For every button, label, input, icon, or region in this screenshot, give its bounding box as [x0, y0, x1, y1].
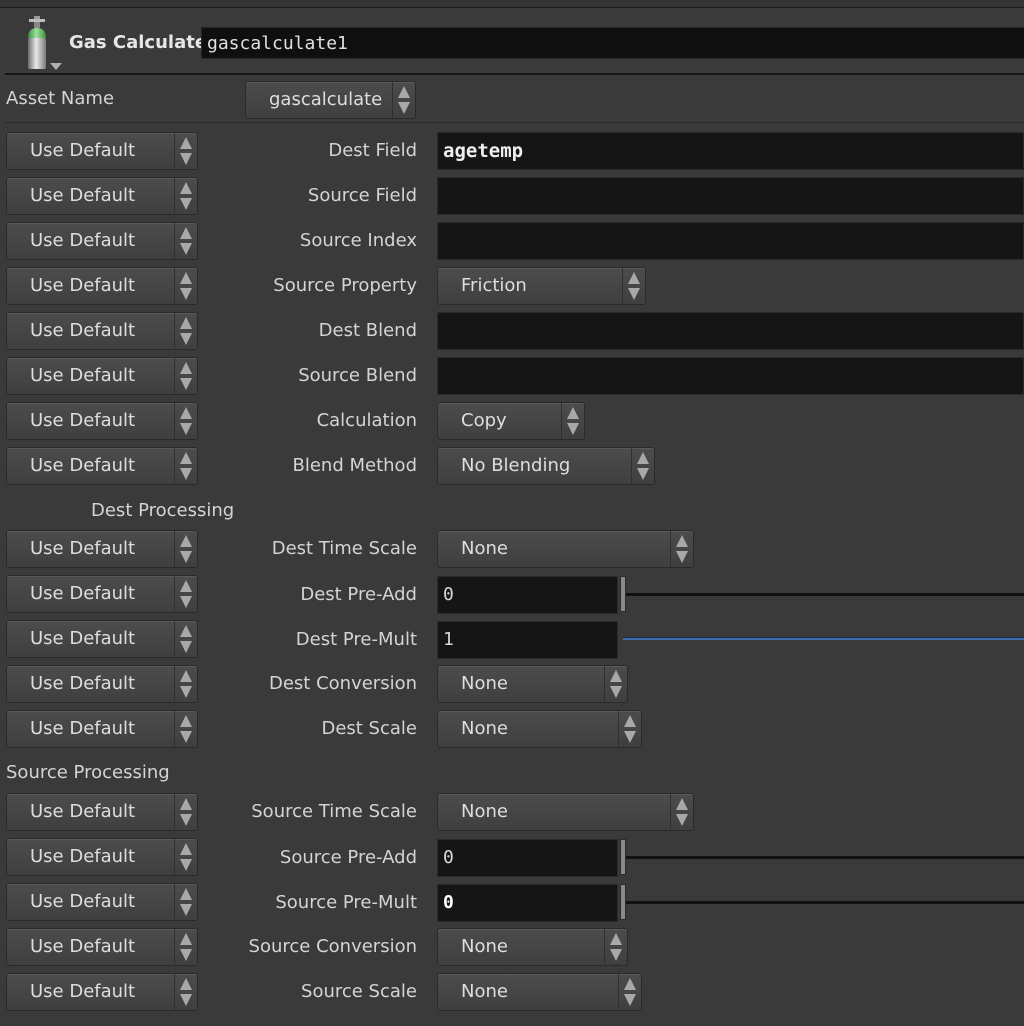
source-blend-input[interactable]: [437, 357, 1024, 395]
source-pre-add-slider-track[interactable]: [626, 856, 1024, 859]
menu-arrows-icon: [174, 268, 197, 304]
use-default-menu[interactable]: Use Default: [6, 447, 198, 485]
menu-arrows-icon: [174, 178, 197, 214]
top-bar: [0, 0, 1024, 8]
use-default-menu[interactable]: Use Default: [6, 222, 198, 260]
menu-arrows-icon: [174, 794, 197, 830]
menu-arrows-icon: [618, 974, 641, 1010]
source-pre-mult-input[interactable]: 0: [437, 884, 618, 922]
blend-method-menu[interactable]: No Blending: [437, 447, 655, 485]
menu-arrows-icon: [174, 313, 197, 349]
menu-arrows-icon: [618, 711, 641, 747]
source-blend-label: Source Blend: [298, 365, 417, 386]
calculation-menu[interactable]: Copy: [437, 402, 585, 440]
source-scale-label: Source Scale: [301, 981, 417, 1002]
use-default-menu[interactable]: Use Default: [6, 267, 198, 305]
use-default-menu[interactable]: Use Default: [6, 177, 198, 215]
menu-arrows-icon: [174, 223, 197, 259]
menu-arrows-icon: [174, 839, 197, 875]
dest-pre-mult-label: Dest Pre-Mult: [295, 629, 417, 650]
use-default-menu[interactable]: Use Default: [6, 665, 198, 703]
source-pre-mult-slider-track[interactable]: [626, 901, 1024, 904]
use-default-menu[interactable]: Use Default: [6, 928, 198, 966]
menu-arrows-icon: [174, 884, 197, 920]
menu-arrows-icon: [174, 666, 197, 702]
menu-arrows-icon: [670, 794, 693, 830]
dest-field-input[interactable]: agetemp: [437, 132, 1024, 170]
source-property-menu[interactable]: Friction: [437, 267, 646, 305]
source-conversion-label: Source Conversion: [248, 936, 417, 957]
dest-blend-label: Dest Blend: [318, 320, 417, 341]
menu-arrows-icon: [174, 929, 197, 965]
gas-cylinder-icon: [28, 16, 62, 70]
use-default-menu[interactable]: Use Default: [6, 883, 198, 921]
source-property-label: Source Property: [273, 275, 417, 296]
source-time-scale-label: Source Time Scale: [251, 801, 417, 822]
use-default-menu[interactable]: Use Default: [6, 793, 198, 831]
dest-pre-add-input[interactable]: 0: [437, 576, 618, 614]
use-default-menu[interactable]: Use Default: [6, 973, 198, 1011]
menu-arrows-icon: [622, 268, 645, 304]
source-processing-heading: Source Processing: [6, 762, 170, 783]
menu-arrows-icon: [174, 531, 197, 567]
dest-pre-mult-slider-track[interactable]: [623, 637, 1024, 640]
section-divider: [5, 122, 1024, 123]
menu-arrows-icon: [174, 403, 197, 439]
source-conversion-menu[interactable]: None: [437, 928, 628, 966]
menu-arrows-icon: [174, 621, 197, 657]
menu-arrows-icon: [392, 82, 415, 118]
menu-arrows-icon: [604, 666, 627, 702]
menu-arrows-icon: [670, 531, 693, 567]
dest-conversion-menu[interactable]: None: [437, 665, 628, 703]
menu-arrows-icon: [174, 448, 197, 484]
dest-time-scale-label: Dest Time Scale: [271, 538, 417, 559]
use-default-menu[interactable]: Use Default: [6, 530, 198, 568]
dest-pre-add-label: Dest Pre-Add: [300, 584, 417, 605]
dest-pre-add-slider-track[interactable]: [626, 593, 1024, 596]
source-pre-add-input[interactable]: 0: [437, 839, 618, 877]
source-index-label: Source Index: [299, 230, 417, 251]
use-default-menu[interactable]: Use Default: [6, 402, 198, 440]
dest-conversion-label: Dest Conversion: [268, 673, 417, 694]
use-default-menu[interactable]: Use Default: [6, 620, 198, 658]
dest-pre-mult-input[interactable]: 1: [437, 621, 618, 659]
menu-arrows-icon: [174, 133, 197, 169]
use-default-menu[interactable]: Use Default: [6, 838, 198, 876]
use-default-menu[interactable]: Use Default: [6, 312, 198, 350]
menu-arrows-icon: [604, 929, 627, 965]
menu-arrows-icon: [174, 576, 197, 612]
calculation-label: Calculation: [316, 410, 417, 431]
use-default-menu[interactable]: Use Default: [6, 132, 198, 170]
use-default-menu[interactable]: Use Default: [6, 575, 198, 613]
menu-arrows-icon: [631, 448, 654, 484]
source-pre-mult-label: Source Pre-Mult: [275, 892, 417, 913]
source-field-label: Source Field: [307, 185, 417, 206]
menu-arrows-icon: [561, 403, 584, 439]
use-default-menu[interactable]: Use Default: [6, 357, 198, 395]
menu-arrows-icon: [174, 711, 197, 747]
source-field-input[interactable]: [437, 177, 1024, 215]
asset-name-menu[interactable]: gascalculate: [245, 81, 416, 119]
source-time-scale-menu[interactable]: None: [437, 793, 694, 831]
source-scale-menu[interactable]: None: [437, 973, 642, 1011]
dest-time-scale-menu[interactable]: None: [437, 530, 694, 568]
dest-scale-label: Dest Scale: [321, 718, 417, 739]
source-index-input[interactable]: [437, 222, 1024, 260]
asset-name-label: Asset Name: [6, 88, 115, 109]
blend-method-label: Blend Method: [292, 455, 418, 476]
header-divider: [5, 73, 1024, 75]
node-type-label: Gas Calculate: [69, 32, 208, 53]
node-name-field[interactable]: gascalculate1: [201, 27, 1024, 59]
asset-name-value: gascalculate: [269, 89, 383, 110]
dest-blend-input[interactable]: [437, 312, 1024, 350]
menu-arrows-icon: [174, 358, 197, 394]
menu-arrows-icon: [174, 974, 197, 1010]
dest-processing-heading: Dest Processing: [91, 500, 235, 521]
dest-scale-menu[interactable]: None: [437, 710, 642, 748]
use-default-menu[interactable]: Use Default: [6, 710, 198, 748]
source-pre-add-label: Source Pre-Add: [279, 847, 417, 868]
dest-field-label: Dest Field: [328, 140, 417, 161]
